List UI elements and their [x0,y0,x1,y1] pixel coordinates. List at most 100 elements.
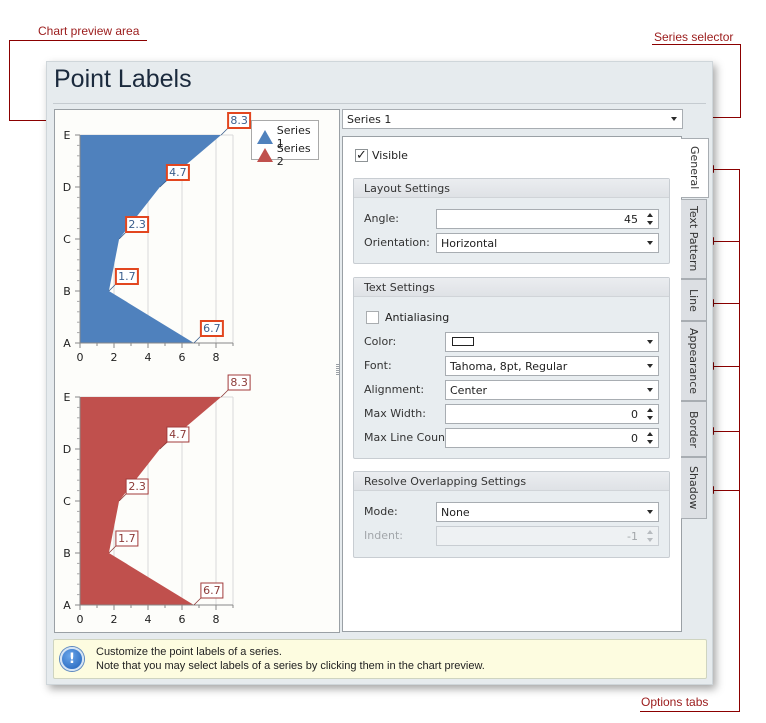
alignment-dropdown[interactable]: Center [445,380,659,400]
point-label: 4.7 [169,166,187,179]
font-dropdown[interactable]: Tahoma, 8pt, Regular [445,356,659,376]
callout-options-tabs: Options tabs [641,695,709,709]
callout-line [740,44,741,118]
angle-spinner[interactable]: 45 [436,209,659,229]
max-width-spinner[interactable]: 0 [445,404,659,424]
y-tick-label: B [63,547,71,560]
point-label: 2.3 [128,480,146,493]
tab-text-pattern[interactable]: Text Pattern [681,199,707,279]
x-tick-label: 0 [77,613,84,626]
mode-value: None [441,506,470,519]
label-connector [220,389,229,398]
label-connector [193,597,202,606]
y-tick-label: A [63,337,71,350]
series-selector-value: Series 1 [347,113,392,126]
x-tick-label: 6 [179,351,186,364]
spin-arrows-icon[interactable] [647,212,654,226]
callout-chart-preview: Chart preview area [38,24,140,38]
x-tick-label: 4 [145,613,152,626]
max-width-value: 0 [631,408,638,421]
color-dropdown[interactable] [445,332,659,352]
y-tick-label: D [63,443,71,456]
x-tick-label: 6 [179,613,186,626]
callout-line [712,490,740,491]
mode-label: Mode: [364,505,398,518]
tab-appearance[interactable]: Appearance [681,321,707,401]
tab-shadow[interactable]: Shadow [681,457,707,519]
indent-spinner: -1 [436,526,659,546]
series-selector[interactable]: Series 1 [342,109,683,129]
legend: Series 1 Series 2 [251,120,319,168]
callout-line [652,44,740,45]
label-connector [193,335,202,344]
x-tick-label: 8 [213,351,220,364]
point-label: 1.7 [118,270,135,283]
area-series [80,397,222,605]
chevron-down-icon [671,117,677,121]
tab-border[interactable]: Border [681,401,707,457]
font-label: Font: [364,359,392,372]
max-line-count-label: Max Line Count: [364,431,454,444]
options-panel: ✓ Visible Layout Settings Angle: 45 Orie… [342,136,682,632]
callout-line [9,40,147,41]
tab-line[interactable]: Line [681,279,707,321]
max-line-count-value: 0 [631,432,638,445]
x-tick-label: 0 [77,351,84,364]
mode-dropdown[interactable]: None [436,502,659,522]
point-label: 2.3 [128,218,146,231]
callout-line [640,711,740,712]
antialiasing-label: Antialiasing [385,311,450,324]
orientation-value: Horizontal [441,237,498,250]
x-tick-label: 8 [213,613,220,626]
callout-line [712,303,740,304]
alignment-value: Center [450,384,488,397]
orientation-label: Orientation: [364,236,430,249]
color-label: Color: [364,335,397,348]
angle-label: Angle: [364,212,400,225]
max-line-count-spinner[interactable]: 0 [445,428,659,448]
title-separator [53,103,706,104]
label-connector [220,127,229,136]
tab-general[interactable]: General [681,138,709,198]
callout-line [9,40,10,120]
x-tick-label: 4 [145,351,152,364]
callout-line [712,431,740,432]
resolve-overlapping-group: Resolve Overlapping Settings Mode: None … [353,471,670,558]
checkbox-unchecked-icon [366,311,379,324]
legend-item[interactable]: Series 2 [256,142,318,168]
font-value: Tahoma, 8pt, Regular [450,360,568,373]
point-label: 8.3 [230,114,248,127]
y-tick-label: D [63,181,71,194]
point-label: 4.7 [169,428,187,441]
max-width-label: Max Width: [364,407,426,420]
group-header: Resolve Overlapping Settings [354,472,669,491]
visible-checkbox[interactable]: ✓ Visible [355,149,408,162]
callout-series-selector: Series selector [654,30,734,44]
spin-arrows-icon[interactable] [647,431,654,445]
chart-preview-area[interactable]: A B C D E 0 2 4 6 8 6.7 1.7 2.3 4.7 8.3 A B C D E 0 2 4 6 8 6.7 1… [54,109,340,633]
indent-label: Indent: [364,529,403,542]
text-settings-group: Text Settings Antialiasing Color: Font: … [353,277,670,459]
layout-settings-group: Layout Settings Angle: 45 Orientation: H… [353,178,670,264]
chevron-down-icon [647,388,653,392]
point-label: 6.7 [203,322,221,335]
point-label: 1.7 [118,532,135,545]
checkbox-checked-icon: ✓ [355,148,368,163]
x-tick-label: 2 [111,613,118,626]
info-line-1: Customize the point labels of a series. [96,646,282,658]
splitter-handle[interactable] [336,364,340,378]
chevron-down-icon [647,510,653,514]
info-exclamation-icon: ! [60,647,84,671]
antialiasing-checkbox[interactable]: Antialiasing [366,311,449,324]
orientation-dropdown[interactable]: Horizontal [436,233,659,253]
alignment-label: Alignment: [364,383,425,396]
legend-triangle-icon [257,148,273,162]
color-swatch [452,337,474,346]
area-series [80,135,222,343]
callout-line [712,241,740,242]
callout-line [739,169,740,711]
point-label: 8.3 [230,376,248,389]
spin-arrows-icon[interactable] [647,407,654,421]
chevron-down-icon [647,340,653,344]
y-tick-label: E [64,391,71,404]
